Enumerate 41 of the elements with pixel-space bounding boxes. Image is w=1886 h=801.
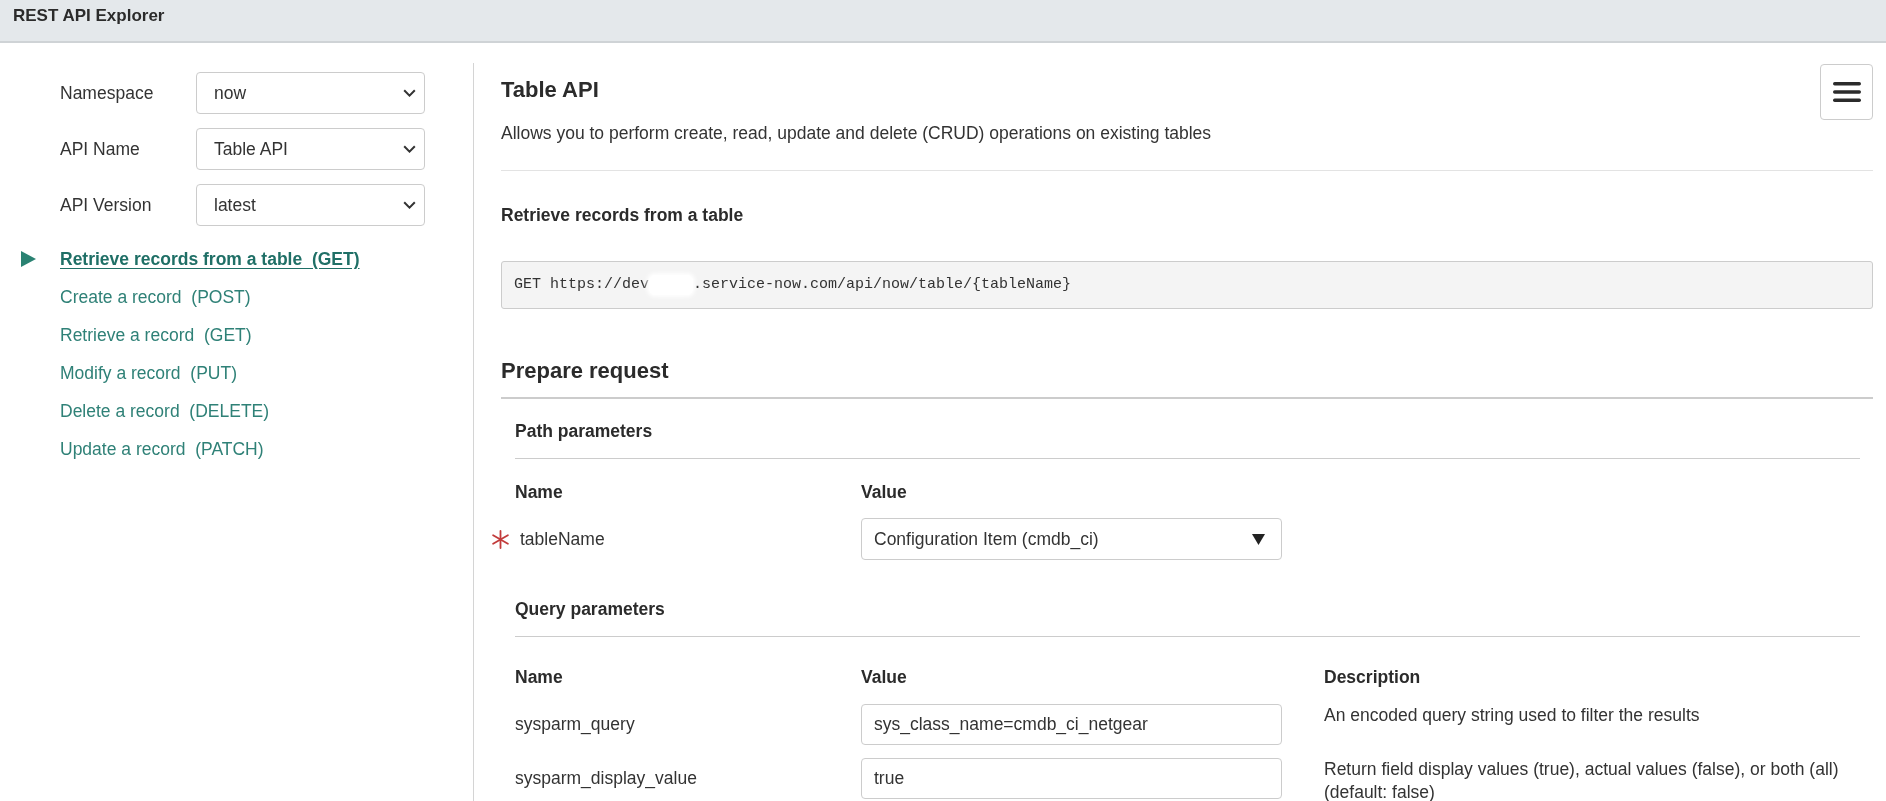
operation-title: Retrieve records from a table [501,204,745,227]
parameter-input[interactable]: true [861,757,1282,799]
field-label: Namespace [60,82,155,105]
section-heading: Query parameters [515,597,1860,638]
section-heading: Prepare request [501,356,1873,399]
method-link[interactable]: Delete a record (DELETE) [60,399,270,423]
column-header: Description [1324,667,1421,688]
api-title: Table API [501,76,600,104]
method-link[interactable]: Retrieve a record (GET) [60,323,252,347]
parameter-name: tableName [520,528,605,552]
method-link[interactable]: Modify a record (PUT) [60,361,237,385]
menu-icon [1832,82,1861,102]
caret-down-icon [1252,533,1265,545]
parameter-name: sysparm_query [515,712,635,737]
api-dropdown[interactable]: latest [196,184,425,226]
parameter-input[interactable]: sys_class_name=cmdb_ci_netgear [861,703,1282,745]
method-link[interactable]: Retrieve records from a table (GET) [60,247,360,271]
chevron-down-icon [403,89,416,97]
menu-button[interactable] [1820,64,1873,120]
triangle-pointer-icon [21,251,36,267]
section-heading: Path parameters [515,419,1860,459]
api-dropdown[interactable]: Table API [196,128,425,170]
parameter-description: An encoded query string used to filter the results [1324,703,1701,727]
api-description: Allows you to perform create, read, update and delete (CRUD) operations on existing tables [501,122,1212,145]
url-text: .service-now.com/api/now/table/{tableName} [693,274,1072,295]
field-label: API Version [60,194,153,217]
api-dropdown[interactable]: now [196,72,425,114]
column-header: Value [861,482,907,502]
url-text: GET https://dev [514,274,650,295]
table-dropdown[interactable]: Configuration Item (cmdb_ci) [861,518,1282,561]
column-header: Name [515,667,563,688]
chevron-down-icon [403,201,416,209]
column-header: Value [861,667,907,688]
parameter-description: Return field display values (true), actual values (false), or both (all) (default: false) [1324,757,1840,801]
app-title: REST API Explorer [13,5,165,27]
parameter-name: sysparm_display_value [515,766,697,791]
chevron-down-icon [403,145,416,153]
column-header: Name [515,482,563,502]
method-link[interactable]: Update a record (PATCH) [60,437,264,461]
method-link[interactable]: Create a record (POST) [60,285,251,309]
field-label: API Name [60,138,141,161]
